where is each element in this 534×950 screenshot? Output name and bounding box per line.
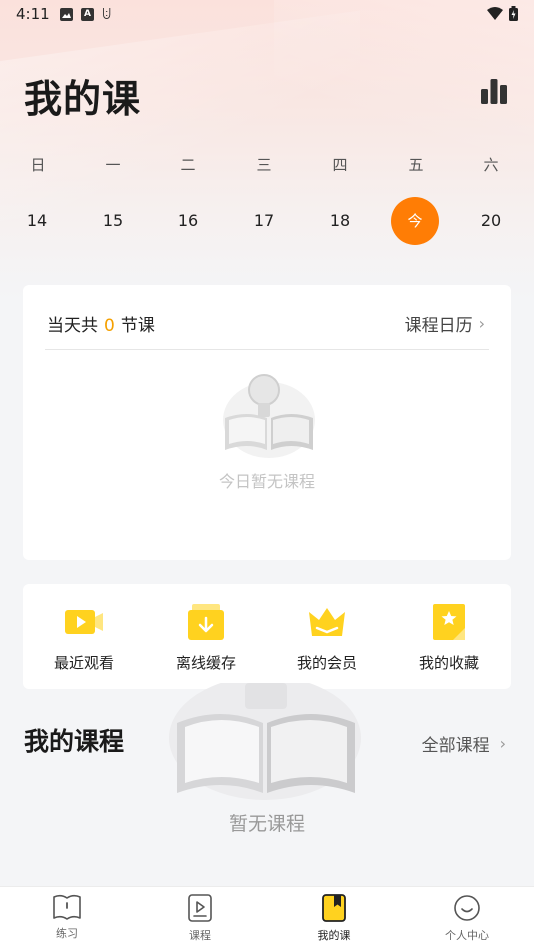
tab-personal-center[interactable]: 个人中心: [417, 893, 517, 943]
weekday-label: 日: [30, 156, 46, 174]
status-bar: 4:11 A ꖹ: [0, 0, 534, 30]
weekday-label: 二: [180, 156, 196, 174]
shortcut-my-favorites[interactable]: 我的收藏: [394, 602, 504, 673]
divider: [45, 349, 489, 350]
tab-practice[interactable]: 练习: [17, 893, 117, 941]
today-courses-card: 当天共 0 节课 课程日历 › 今日暂无课程: [23, 285, 511, 560]
bottom-tab-bar: 练习 课程 我的课 个人中心: [0, 886, 534, 950]
tab-courses[interactable]: 课程: [150, 893, 250, 943]
my-course-icon: [322, 894, 346, 922]
chevron-right-icon: ›: [478, 314, 485, 333]
battery-icon: [509, 6, 518, 21]
week-day-labels: 日 一 二 三 四 五 六: [0, 154, 534, 174]
date-cell[interactable]: 15: [83, 211, 143, 230]
weekday-label: 四: [332, 156, 348, 174]
tab-label: 练习: [56, 927, 78, 940]
image-icon: [60, 7, 73, 21]
count-prefix: 当天共: [47, 316, 98, 336]
shortcut-label: 我的会员: [296, 654, 357, 672]
weekday-label: 六: [483, 156, 499, 174]
count-number: 0: [104, 316, 115, 336]
shortcut-label: 我的收藏: [418, 654, 479, 672]
date-cell-today[interactable]: 今: [391, 197, 439, 245]
shortcut-label: 离线缓存: [175, 654, 236, 672]
week-date-row: 14 15 16 17 18 今 20: [0, 197, 534, 247]
date-cell[interactable]: 18: [310, 211, 370, 230]
crown-icon: [309, 608, 345, 636]
weekday-label: 一: [105, 156, 121, 174]
tab-my-courses[interactable]: 我的课: [284, 893, 384, 943]
download-folder-icon: [188, 604, 224, 640]
today-course-count: 当天共 0 节课: [47, 311, 155, 336]
shortcut-label: 最近观看: [53, 654, 114, 672]
course-calendar-link[interactable]: 课程日历 ›: [405, 311, 485, 336]
tab-label: 我的课: [317, 929, 351, 942]
my-courses-empty-text: 暂无课程: [228, 813, 305, 835]
star-bookmark-icon: [433, 604, 465, 640]
weekday-label: 三: [256, 156, 272, 174]
count-suffix: 节课: [120, 316, 155, 336]
tab-label: 课程: [189, 929, 211, 942]
bar-chart-icon[interactable]: [480, 78, 508, 104]
scan-icon: ꖹ: [102, 5, 112, 23]
wifi-icon: [487, 7, 503, 20]
status-time: 4:11: [16, 5, 50, 23]
date-cell[interactable]: 16: [158, 211, 218, 230]
date-cell[interactable]: 14: [7, 211, 67, 230]
a-icon: A: [81, 7, 94, 21]
date-cell[interactable]: 20: [461, 211, 521, 230]
book-icon: [53, 894, 81, 920]
shortcut-my-membership[interactable]: 我的会员: [272, 602, 382, 673]
empty-lightbulb-book-icon: [169, 683, 361, 800]
all-courses-link[interactable]: 全部课程 ›: [422, 731, 506, 756]
chevron-right-icon: ›: [499, 734, 506, 753]
date-cell[interactable]: 17: [234, 211, 294, 230]
empty-lightbulb-book-icon: [223, 374, 315, 458]
smile-icon: [454, 895, 480, 921]
today-empty-text: 今日暂无课程: [218, 472, 315, 491]
my-courses-title: 我的课程: [24, 727, 125, 756]
shortcut-offline-cache[interactable]: 离线缓存: [151, 602, 261, 673]
video-icon: [65, 610, 103, 634]
page-title: 我的课: [24, 77, 142, 121]
play-board-icon: [188, 894, 212, 922]
header-background: [0, 0, 534, 300]
course-calendar-label: 课程日历: [404, 316, 473, 336]
shortcut-card: 最近观看 离线缓存 我的会员 我的收藏: [23, 584, 511, 689]
weekday-label: 五: [408, 156, 424, 174]
shortcut-recent-watch[interactable]: 最近观看: [29, 602, 139, 673]
tab-label: 个人中心: [445, 929, 489, 942]
all-courses-label: 全部课程: [421, 736, 490, 756]
